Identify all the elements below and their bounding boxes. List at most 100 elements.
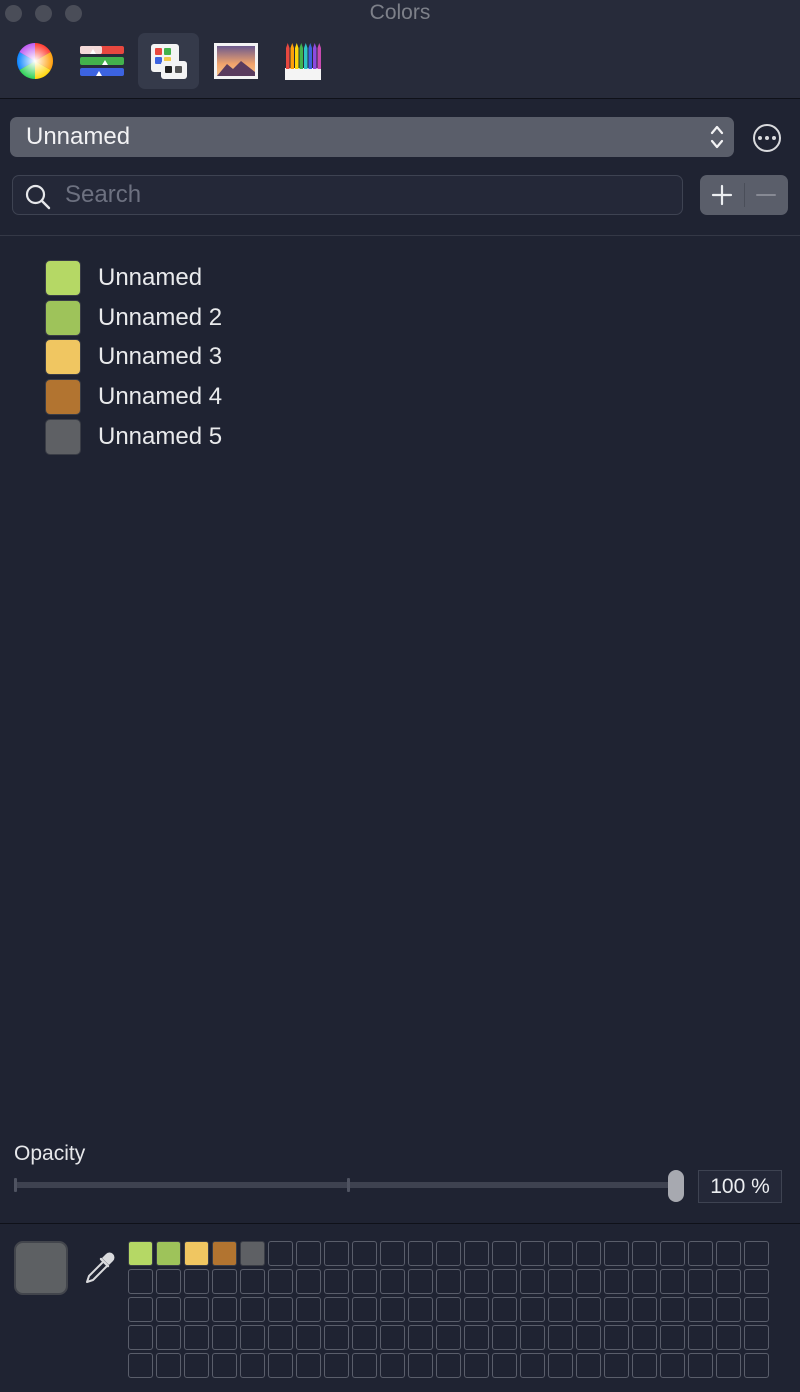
saved-swatch[interactable]	[128, 1241, 153, 1266]
empty-swatch-slot[interactable]	[436, 1241, 461, 1266]
empty-swatch-slot[interactable]	[436, 1325, 461, 1350]
empty-swatch-slot[interactable]	[716, 1297, 741, 1322]
empty-swatch-slot[interactable]	[548, 1353, 573, 1378]
empty-swatch-slot[interactable]	[156, 1269, 181, 1294]
empty-swatch-slot[interactable]	[240, 1325, 265, 1350]
empty-swatch-slot[interactable]	[744, 1269, 769, 1294]
empty-swatch-slot[interactable]	[156, 1297, 181, 1322]
empty-swatch-slot[interactable]	[492, 1241, 517, 1266]
empty-swatch-slot[interactable]	[268, 1325, 293, 1350]
empty-swatch-slot[interactable]	[268, 1353, 293, 1378]
empty-swatch-slot[interactable]	[660, 1353, 685, 1378]
empty-swatch-slot[interactable]	[520, 1297, 545, 1322]
empty-swatch-slot[interactable]	[688, 1241, 713, 1266]
empty-swatch-slot[interactable]	[184, 1297, 209, 1322]
empty-swatch-slot[interactable]	[380, 1241, 405, 1266]
empty-swatch-slot[interactable]	[408, 1297, 433, 1322]
empty-swatch-slot[interactable]	[464, 1353, 489, 1378]
empty-swatch-slot[interactable]	[688, 1297, 713, 1322]
empty-swatch-slot[interactable]	[604, 1353, 629, 1378]
opacity-slider[interactable]	[14, 1170, 684, 1202]
empty-swatch-slot[interactable]	[296, 1325, 321, 1350]
empty-swatch-slot[interactable]	[604, 1241, 629, 1266]
empty-swatch-slot[interactable]	[492, 1353, 517, 1378]
empty-swatch-slot[interactable]	[408, 1269, 433, 1294]
empty-swatch-slot[interactable]	[352, 1297, 377, 1322]
color-list-item[interactable]: Unnamed 3	[45, 338, 222, 378]
empty-swatch-slot[interactable]	[128, 1269, 153, 1294]
empty-swatch-slot[interactable]	[296, 1353, 321, 1378]
empty-swatch-slot[interactable]	[240, 1353, 265, 1378]
saved-swatch[interactable]	[184, 1241, 209, 1266]
empty-swatch-slot[interactable]	[380, 1325, 405, 1350]
empty-swatch-slot[interactable]	[212, 1325, 237, 1350]
empty-swatch-slot[interactable]	[576, 1297, 601, 1322]
empty-swatch-slot[interactable]	[576, 1325, 601, 1350]
empty-swatch-slot[interactable]	[744, 1241, 769, 1266]
empty-swatch-slot[interactable]	[352, 1353, 377, 1378]
empty-swatch-slot[interactable]	[240, 1269, 265, 1294]
empty-swatch-slot[interactable]	[604, 1297, 629, 1322]
empty-swatch-slot[interactable]	[184, 1353, 209, 1378]
empty-swatch-slot[interactable]	[212, 1269, 237, 1294]
empty-swatch-slot[interactable]	[324, 1353, 349, 1378]
empty-swatch-slot[interactable]	[436, 1353, 461, 1378]
empty-swatch-slot[interactable]	[156, 1353, 181, 1378]
empty-swatch-slot[interactable]	[520, 1325, 545, 1350]
empty-swatch-slot[interactable]	[464, 1241, 489, 1266]
empty-swatch-slot[interactable]	[268, 1269, 293, 1294]
empty-swatch-slot[interactable]	[492, 1325, 517, 1350]
empty-swatch-slot[interactable]	[324, 1269, 349, 1294]
current-color-well[interactable]	[14, 1241, 68, 1295]
tab-pencils[interactable]	[272, 33, 333, 89]
empty-swatch-slot[interactable]	[632, 1325, 657, 1350]
empty-swatch-slot[interactable]	[688, 1325, 713, 1350]
empty-swatch-slot[interactable]	[660, 1269, 685, 1294]
empty-swatch-slot[interactable]	[716, 1353, 741, 1378]
eyedropper-button[interactable]	[82, 1251, 116, 1290]
empty-swatch-slot[interactable]	[212, 1297, 237, 1322]
empty-swatch-slot[interactable]	[296, 1297, 321, 1322]
tab-color-palettes[interactable]	[138, 33, 199, 89]
empty-swatch-slot[interactable]	[352, 1325, 377, 1350]
empty-swatch-slot[interactable]	[324, 1297, 349, 1322]
search-field[interactable]	[12, 175, 683, 215]
tab-color-sliders[interactable]	[71, 33, 132, 89]
empty-swatch-slot[interactable]	[464, 1325, 489, 1350]
opacity-value-field[interactable]: 100 %	[698, 1170, 782, 1203]
empty-swatch-slot[interactable]	[408, 1241, 433, 1266]
search-input[interactable]	[65, 180, 665, 210]
empty-swatch-slot[interactable]	[324, 1241, 349, 1266]
saved-swatch[interactable]	[156, 1241, 181, 1266]
empty-swatch-slot[interactable]	[324, 1325, 349, 1350]
add-color-button[interactable]	[700, 175, 744, 215]
empty-swatch-slot[interactable]	[520, 1353, 545, 1378]
empty-swatch-slot[interactable]	[520, 1241, 545, 1266]
empty-swatch-slot[interactable]	[548, 1241, 573, 1266]
empty-swatch-slot[interactable]	[352, 1241, 377, 1266]
empty-swatch-slot[interactable]	[716, 1325, 741, 1350]
empty-swatch-slot[interactable]	[380, 1297, 405, 1322]
empty-swatch-slot[interactable]	[380, 1353, 405, 1378]
empty-swatch-slot[interactable]	[492, 1297, 517, 1322]
palette-actions-button[interactable]	[753, 124, 781, 152]
empty-swatch-slot[interactable]	[660, 1297, 685, 1322]
empty-swatch-slot[interactable]	[296, 1241, 321, 1266]
empty-swatch-slot[interactable]	[632, 1269, 657, 1294]
empty-swatch-slot[interactable]	[436, 1297, 461, 1322]
empty-swatch-slot[interactable]	[548, 1325, 573, 1350]
empty-swatch-slot[interactable]	[632, 1297, 657, 1322]
empty-swatch-slot[interactable]	[604, 1325, 629, 1350]
empty-swatch-slot[interactable]	[716, 1241, 741, 1266]
empty-swatch-slot[interactable]	[548, 1269, 573, 1294]
remove-color-button[interactable]	[744, 175, 788, 215]
empty-swatch-slot[interactable]	[156, 1325, 181, 1350]
tab-image-palettes[interactable]	[205, 33, 266, 89]
empty-swatch-slot[interactable]	[548, 1297, 573, 1322]
empty-swatch-slot[interactable]	[744, 1353, 769, 1378]
color-list-item[interactable]: Unnamed	[45, 258, 222, 298]
empty-swatch-slot[interactable]	[464, 1297, 489, 1322]
color-list-item[interactable]: Unnamed 5	[45, 417, 222, 457]
empty-swatch-slot[interactable]	[492, 1269, 517, 1294]
empty-swatch-slot[interactable]	[576, 1241, 601, 1266]
